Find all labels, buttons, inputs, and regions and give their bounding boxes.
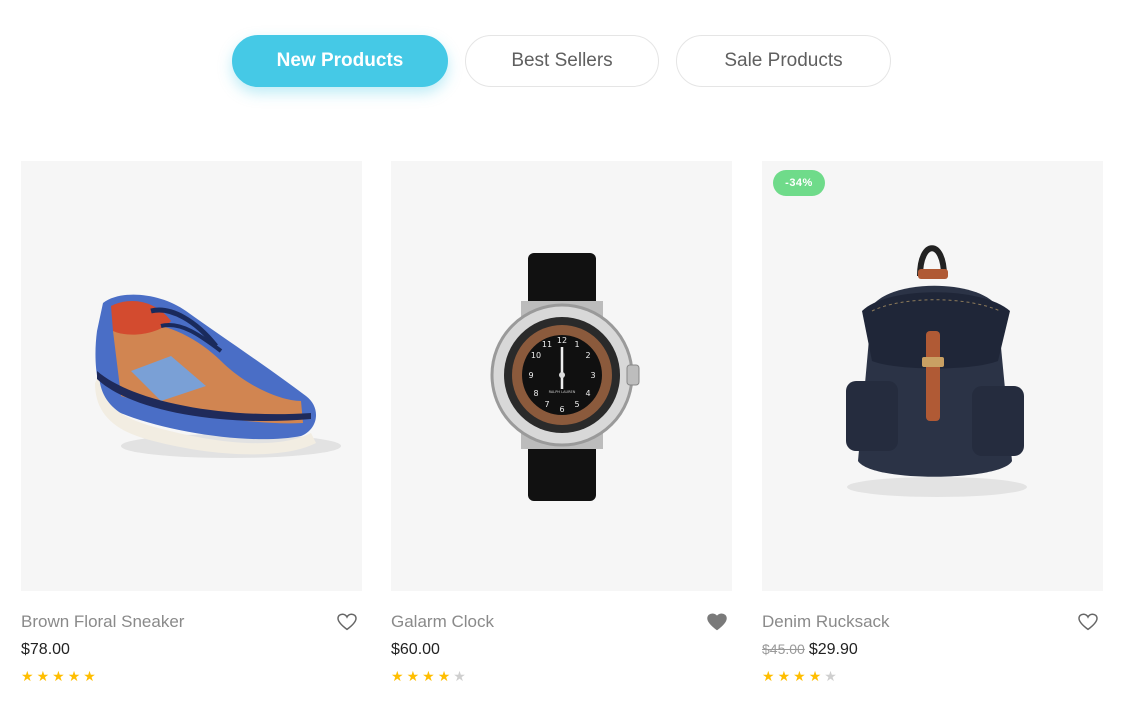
watch-number: 5 xyxy=(574,400,579,409)
tab-sale-products[interactable]: Sale Products xyxy=(676,35,891,87)
product-price: $78.00 xyxy=(21,641,70,659)
product-name[interactable]: Brown Floral Sneaker xyxy=(21,612,184,632)
tab-new-products[interactable]: New Products xyxy=(232,35,448,87)
star-icon: ★ xyxy=(422,668,438,684)
watch-number: 11 xyxy=(542,340,552,349)
sneaker-image xyxy=(95,294,341,458)
star-icon: ★ xyxy=(437,668,454,684)
rating-stars: ★★★★★ xyxy=(762,668,840,685)
star-icon: ★ xyxy=(36,668,53,684)
watch-number: 7 xyxy=(544,400,549,409)
old-price: $45.00 xyxy=(762,641,805,657)
product-card[interactable]: 12 1 2 3 4 5 6 7 8 9 10 11 RALPH LAUREN … xyxy=(391,161,732,691)
star-icon: ★ xyxy=(777,668,794,684)
tab-best-sellers[interactable]: Best Sellers xyxy=(465,35,659,87)
current-price: $60.00 xyxy=(391,641,440,658)
watch-brand-text: RALPH LAUREN xyxy=(549,390,576,394)
product-image[interactable]: -34% xyxy=(762,161,1103,591)
product-name[interactable]: Galarm Clock xyxy=(391,612,494,632)
product-card[interactable]: Brown Floral Sneaker $78.00 ★★★★★ xyxy=(21,161,362,691)
watch-number: 4 xyxy=(585,389,590,398)
watch-number: 8 xyxy=(533,389,538,398)
star-icon: ★ xyxy=(391,668,407,684)
rucksack-image xyxy=(846,245,1027,497)
heart-icon[interactable] xyxy=(337,613,359,633)
watch-image: 12 1 2 3 4 5 6 7 8 9 10 11 RALPH LAUREN xyxy=(490,253,640,501)
watch-number: 3 xyxy=(590,371,595,380)
watch-number: 1 xyxy=(574,340,579,349)
discount-badge: -34% xyxy=(773,170,825,196)
star-icon: ★ xyxy=(824,668,840,684)
star-icon: ★ xyxy=(793,668,809,684)
product-name[interactable]: Denim Rucksack xyxy=(762,612,890,632)
product-tabs: New Products Best Sellers Sale Products xyxy=(0,0,1121,120)
star-icon: ★ xyxy=(52,668,68,684)
product-card[interactable]: -34% Denim Rucksack $45.00 $29.90 ★★★★★ xyxy=(762,161,1103,691)
heart-icon[interactable] xyxy=(1078,613,1100,633)
current-price: $29.90 xyxy=(808,641,858,658)
product-image[interactable] xyxy=(21,161,362,591)
star-icon: ★ xyxy=(808,668,825,684)
heart-icon[interactable] xyxy=(707,613,729,633)
watch-number: 10 xyxy=(531,351,541,360)
star-icon: ★ xyxy=(406,668,423,684)
watch-number: 6 xyxy=(559,405,564,414)
watch-number: 9 xyxy=(528,371,533,380)
star-icon: ★ xyxy=(67,668,84,684)
watch-number: 12 xyxy=(557,336,567,345)
current-price: $78.00 xyxy=(21,641,70,658)
product-price: $45.00 $29.90 xyxy=(762,641,858,659)
star-icon: ★ xyxy=(21,668,37,684)
product-price: $60.00 xyxy=(391,641,440,659)
star-icon: ★ xyxy=(83,668,99,684)
star-icon: ★ xyxy=(453,668,469,684)
product-image[interactable]: 12 1 2 3 4 5 6 7 8 9 10 11 RALPH LAUREN xyxy=(391,161,732,591)
rating-stars: ★★★★★ xyxy=(21,668,99,685)
star-icon: ★ xyxy=(762,668,778,684)
rating-stars: ★★★★★ xyxy=(391,668,469,685)
watch-number: 2 xyxy=(585,351,590,360)
